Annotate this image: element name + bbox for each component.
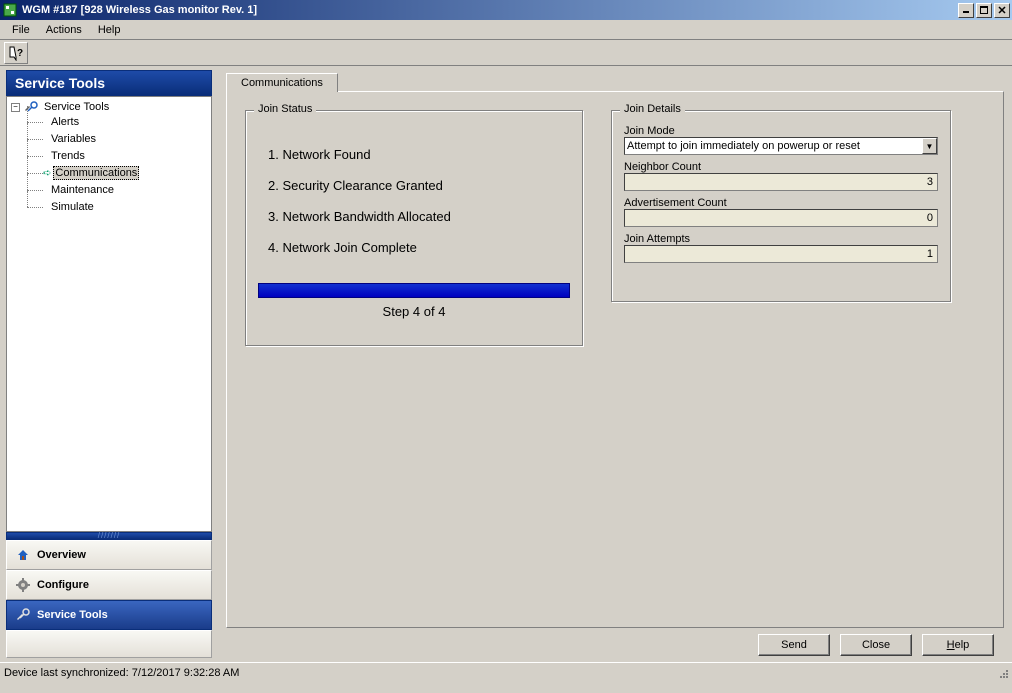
home-icon	[15, 547, 31, 563]
sidebar-splitter[interactable]	[6, 532, 212, 540]
menu-actions[interactable]: Actions	[38, 22, 90, 38]
join-status-legend: Join Status	[254, 103, 316, 115]
collapse-icon[interactable]: −	[11, 103, 20, 112]
tools-icon	[15, 607, 31, 623]
resize-grip-icon[interactable]	[996, 666, 1010, 680]
status-step-3: 3. Network Bandwidth Allocated	[268, 209, 566, 224]
menu-help[interactable]: Help	[90, 22, 129, 38]
tree-root-label: Service Tools	[42, 101, 111, 113]
join-details-legend: Join Details	[620, 103, 685, 115]
close-button-footer[interactable]: Close	[840, 634, 912, 656]
nav-blank	[6, 630, 212, 658]
join-attempts-label: Join Attempts	[624, 233, 938, 245]
tree-item-trends[interactable]: Trends	[25, 148, 207, 164]
nav-configure[interactable]: Configure	[6, 570, 212, 600]
tree-item-communications[interactable]: ➪Communications	[25, 165, 207, 181]
nav-configure-label: Configure	[37, 579, 89, 591]
app-icon	[2, 2, 18, 18]
progress-bar	[258, 283, 570, 298]
window-title: WGM #187 [928 Wireless Gas monitor Rev. …	[22, 4, 956, 16]
toolbar: ?	[0, 40, 1012, 66]
tree-item-alerts[interactable]: Alerts	[25, 114, 207, 130]
statusbar: Device last synchronized: 7/12/2017 9:32…	[0, 662, 1012, 682]
tab-communications[interactable]: Communications	[226, 73, 338, 92]
advertisement-count-field: 0	[624, 209, 938, 227]
tree-root[interactable]: − Service Tools	[11, 101, 207, 113]
join-details-group: Join Details Join Mode Attempt to join i…	[611, 110, 951, 302]
statusbar-text: Device last synchronized: 7/12/2017 9:32…	[4, 667, 239, 679]
minimize-button[interactable]	[958, 3, 974, 18]
tab-body: Join Status 1. Network Found 2. Security…	[226, 91, 1004, 628]
sidebar: Service Tools − Service Tools Alerts Var…	[0, 66, 218, 662]
button-row: Send Close Help	[226, 628, 1004, 656]
status-step-2: 2. Security Clearance Granted	[268, 178, 566, 193]
status-step-1: 1. Network Found	[268, 147, 566, 162]
neighbor-count-field: 3	[624, 173, 938, 191]
sidebar-header: Service Tools	[6, 70, 212, 96]
nav-overview[interactable]: Overview	[6, 540, 212, 570]
join-status-group: Join Status 1. Network Found 2. Security…	[245, 110, 583, 346]
menu-file[interactable]: File	[4, 22, 38, 38]
join-mode-value: Attempt to join immediately on powerup o…	[627, 140, 860, 152]
chevron-down-icon: ▼	[922, 138, 937, 154]
advertisement-count-label: Advertisement Count	[624, 197, 938, 209]
help-button[interactable]: Help	[922, 634, 994, 656]
join-attempts-field: 1	[624, 245, 938, 263]
nav-service-tools-label: Service Tools	[37, 609, 108, 621]
context-help-button[interactable]: ?	[4, 42, 28, 64]
window-titlebar: WGM #187 [928 Wireless Gas monitor Rev. …	[0, 0, 1012, 20]
maximize-button[interactable]	[976, 3, 992, 18]
nav-overview-label: Overview	[37, 549, 86, 561]
progress-label: Step 4 of 4	[258, 304, 570, 319]
menubar: File Actions Help	[0, 20, 1012, 40]
tree-item-simulate[interactable]: Simulate	[25, 199, 207, 215]
nav-service-tools[interactable]: Service Tools	[6, 600, 212, 630]
tree-item-variables[interactable]: Variables	[25, 131, 207, 147]
join-mode-label: Join Mode	[624, 125, 938, 137]
tree-item-maintenance[interactable]: Maintenance	[25, 182, 207, 198]
neighbor-count-label: Neighbor Count	[624, 161, 938, 173]
status-step-4: 4. Network Join Complete	[268, 240, 566, 255]
close-button[interactable]	[994, 3, 1010, 18]
join-mode-select[interactable]: Attempt to join immediately on powerup o…	[624, 137, 938, 155]
content-area: Communications Join Status 1. Network Fo…	[218, 66, 1012, 662]
svg-text:?: ?	[17, 48, 23, 59]
gear-icon	[15, 577, 31, 593]
tree-panel: − Service Tools Alerts Variables Trends …	[6, 96, 212, 532]
send-button[interactable]: Send	[758, 634, 830, 656]
